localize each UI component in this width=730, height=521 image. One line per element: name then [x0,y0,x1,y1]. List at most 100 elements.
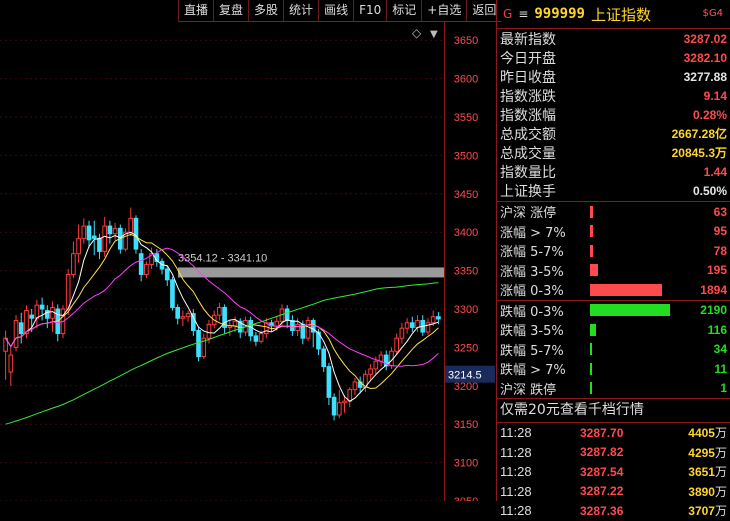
breadth-count: 2190 [700,303,727,318]
group-tag[interactable]: $G4 [703,8,723,19]
toolbar-button-5[interactable]: F10 [353,0,386,21]
candle-body [81,225,87,239]
breadth-label: 沪深 跌停 [500,382,557,398]
tick-volume: 4295万 [650,444,727,461]
candle-body [425,322,431,333]
stat-value: 1.44 [703,164,727,179]
breadth-row[interactable]: 涨幅 5-7% 78 [497,241,730,261]
candle-body [326,366,332,398]
candle-body [107,225,113,235]
toolbar-button-4[interactable]: 画线 [318,0,353,21]
candle-body [91,235,97,239]
tick-volume: 3651万 [650,463,727,480]
toolbar-button-7[interactable]: +自选 [421,0,466,21]
candle-body [404,322,410,329]
breadth-row[interactable]: 沪深 涨停 63 [497,202,730,222]
y-tick-label: 3100 [454,458,478,470]
tick-price: 3287.36 [580,503,624,518]
candle-body [331,396,337,416]
stat-value: 3287.02 [683,31,727,46]
tick-volume-unit: 万 [714,445,727,460]
current-price-label: 3214.5 [448,370,482,382]
candle-body [170,279,175,308]
breadth-bar [590,205,593,218]
candle-body [175,306,181,319]
kline-chart[interactable]: 3650 3600 3550 3500 3450 3400 3350 3300 3250 3200… [0,21,496,508]
level2-promo-link[interactable]: 仅需20元查看千档行情 [497,398,730,423]
toolbar-button-2[interactable]: 多股 [248,0,283,21]
toolbar-button-3[interactable]: 统计 [283,0,318,21]
candle-body [34,304,40,319]
breadth-bar [590,323,596,336]
tick-time: 11:28 [500,464,532,480]
toolbar-button-0[interactable]: 直播 [178,0,213,21]
breadth-label: 涨幅 3-5% [500,264,564,280]
candle-body [342,400,347,404]
candle-body [97,237,102,252]
range-label: 3354.12 - 3341.10 [178,252,267,264]
breadth-label: 涨幅 5-7% [500,245,564,261]
stat-label: 指数涨跌 [500,88,556,105]
breadth-bar-track [590,362,690,375]
breadth-bar-track [590,205,690,218]
menu-icon[interactable]: ≡ [518,7,528,21]
quote-header: G ≡ 999999 上证指数 $G4 [497,0,730,29]
breadth-row[interactable]: 跌幅 5-7% 34 [497,340,730,360]
breadth-label: 涨幅 0-3% [500,284,564,300]
tick-volume-unit: 万 [714,504,727,519]
tick-volume-unit: 万 [714,426,727,441]
breadth-row[interactable]: 涨幅 0-3% 1894 [497,280,730,300]
candle-body [295,323,300,332]
breadth-bar [590,264,598,277]
candle-body [373,360,379,370]
candle-body [13,320,19,348]
breadth-row[interactable]: 涨幅 3-5% 195 [497,261,730,281]
breadth-row[interactable]: 跌幅 > 7% 11 [497,359,730,379]
quote-panel: G ≡ 999999 上证指数 $G4 最新指数 3287.02 今日开盘 3282.… [496,0,730,518]
breadth-row[interactable]: 涨幅 > 7% 95 [497,222,730,242]
y-tick-label: 3150 [454,419,478,431]
candle-body [39,304,45,310]
candle-body [138,253,144,275]
candle-body [232,320,238,327]
candle-body [86,225,92,241]
breadth-row[interactable]: 跌幅 3-5% 116 [497,320,730,340]
candle-body [368,368,373,375]
y-tick-label: 3500 [454,150,478,162]
stat-label: 总成交额 [500,126,556,143]
stat-label: 指数涨幅 [500,107,556,124]
dropdown-icon: ▼ [430,29,438,40]
breadth-bar [590,362,592,375]
tick-row: 11:28 3287.70 4405万 [497,423,730,443]
candle-body [128,217,134,233]
candle-body [29,314,35,319]
toolbar-button-1[interactable]: 复盘 [213,0,248,21]
stat-label: 最新指数 [500,31,556,48]
kline-chart-svg: 3650360035503500345034003350330032503200… [0,26,495,508]
candle-body [290,320,295,332]
breadth-bar [590,304,670,317]
candle-body [65,273,71,310]
toolbar-button-6[interactable]: 标记 [386,0,421,21]
y-tick-label: 3250 [454,342,478,354]
breadth-label: 跌幅 5-7% [500,343,564,359]
tick-price: 3287.54 [580,464,624,479]
candle-body [18,322,24,335]
candle-body [336,402,342,416]
candle-body [321,348,327,368]
tick-row: 11:28 3287.54 3651万 [497,462,730,482]
tick-time: 11:28 [500,444,532,460]
candle-body [144,263,149,275]
y-tick-label: 3600 [454,74,478,86]
breadth-count: 11 [714,361,727,376]
tick-volume-number: 3651 [688,465,715,480]
group-icon[interactable]: G [503,7,512,21]
breadth-row[interactable]: 沪深 跌停 1 [497,379,730,399]
tick-volume-unit: 万 [714,465,727,480]
stat-value: 3282.10 [683,50,727,65]
candle-body [185,313,191,318]
candle-body [258,333,264,342]
breadth-row[interactable]: 跌幅 0-3% 2190 [497,301,730,321]
y-tick-label: 3450 [454,189,478,201]
breadth-bar-track [590,323,690,336]
